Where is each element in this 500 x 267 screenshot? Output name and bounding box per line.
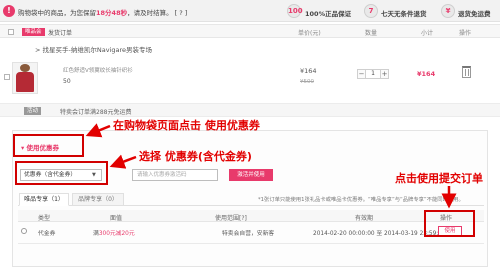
annotation-step-2: 选择 优惠券(含代金券) [139,150,252,163]
col-value: 面值 [110,215,123,222]
alert-icon: ! [3,5,15,17]
seven-day-return-label: 七天无条件退货 [381,10,427,18]
tab-brand-exclusive[interactable]: 品牌专享（0） [72,193,124,206]
coupon-scope: 特卖会自营，安新客 [222,231,275,237]
tab-vip-exclusive[interactable]: 唯品专享（1） [19,193,69,206]
col-validity: 有效期 [355,215,374,222]
shipping-refund-label: 退货免运费 [458,10,491,18]
countdown-timer: 18分48秒 [96,9,128,17]
coupon-table-header [18,210,484,222]
coupon-value: 满300元减20元 [93,228,135,237]
trash-icon[interactable] [462,66,471,78]
product-name[interactable]: 红色舒适V领翼纹长袖针织衫 [63,66,133,74]
coupon-code-input[interactable]: 请输入优惠券激活码 [132,169,218,181]
activate-coupon-button[interactable]: 激活并使用 [229,169,273,181]
quantity-increase-button[interactable]: + [380,69,389,79]
highlight-coupon-select [15,161,108,185]
col-quantity: 数量 [365,30,378,37]
order-title: 发货订单 [48,30,73,37]
col-actions: 操作 [459,30,472,37]
col-type: 类型 [38,215,51,222]
product-checkbox[interactable] [4,74,10,80]
coupon-radio[interactable] [21,228,27,234]
quantity-decrease-button[interactable]: − [357,69,366,79]
trash-icon-line [465,69,466,76]
cart-table-header: 唯品会 发货订单 单价(元) 数量 小计 操作 [0,24,500,38]
quantity-input[interactable]: 1 [366,69,380,79]
coupon-validity: 2014-02-20 00:00:00 至 2014-03-19 23:59: [313,231,439,237]
notice-text: 购物袋中的商品，为您保留18分48秒，请及时结算。 [ ? ] [18,7,187,17]
subtotal-value: ¥164 [417,70,436,78]
coupon-value-condition: 300元减20元 [98,231,135,237]
authentic-badge-icon: 100 [287,4,303,18]
product-size: 50 [63,78,71,85]
highlight-use-button [424,210,475,237]
shop-link[interactable]: > 找星买手-纳维凯尔Navigare男装专场 [35,44,152,54]
shipping-refund-icon: ¥ [441,4,455,18]
col-subtotal: 小计 [421,30,434,37]
coupon-type: 代金券 [38,231,56,237]
annotation-step-3: 点击使用提交订单 [395,172,483,185]
coupon-rule-note: *1张订单只能使用1张礼品卡或唯品卡优惠券。“唯品专享”与“品牌专享”不能同时使… [258,197,464,203]
col-scope[interactable]: 使用范围[?] [215,213,247,222]
unit-price: ¥164 [300,67,317,75]
original-price: ¥500 [300,79,314,85]
col-unit-price: 单价(元) [298,30,321,37]
model-head [20,64,30,72]
seven-day-return-icon: 7 [364,4,378,18]
coupon-table-divider [18,243,484,244]
highlight-use-coupon [13,134,84,157]
select-all-checkbox[interactable] [8,29,14,35]
promo-text: 特卖会订单满288元免运费 [60,109,132,116]
promo-tag: 活动 [24,107,42,115]
trash-icon-line [468,69,469,76]
sweater-shape [16,72,34,92]
notice-suffix[interactable]: ，请及时结算。 [ ? ] [127,9,187,17]
authentic-badge-label: 100%正品保证 [305,10,352,18]
annotation-step-1: 在购物袋页面点击 使用优惠券 [113,119,260,132]
promo-row: 活动 特卖会订单满288元免运费 [0,103,500,117]
vip-tag: 唯品会 [22,28,45,36]
notice-prefix: 购物袋中的商品，为您保留 [18,9,96,17]
